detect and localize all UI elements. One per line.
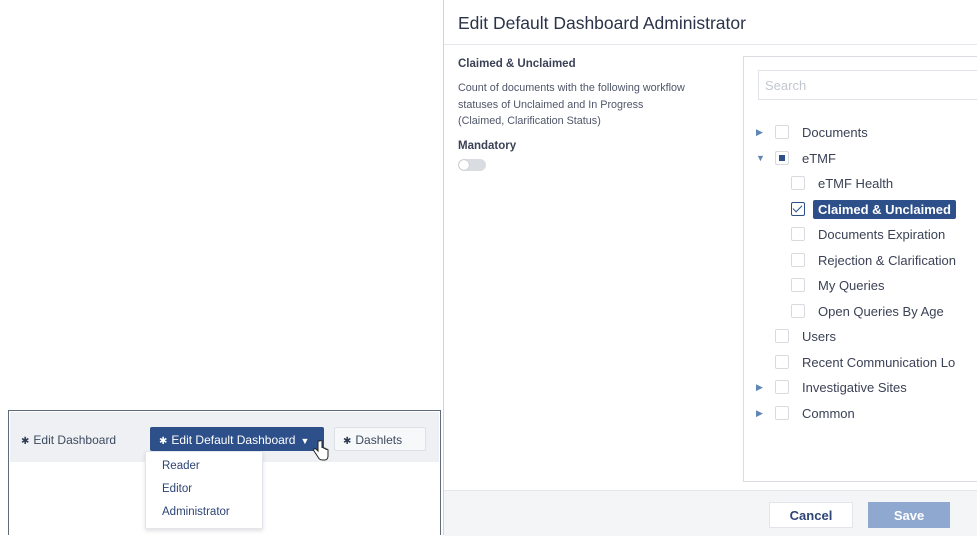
tree-checkbox[interactable] — [775, 329, 789, 343]
caret-down-icon: ▼ — [300, 436, 310, 446]
edit-dashboard-button[interactable]: ✱ Edit Dashboard — [12, 427, 133, 451]
edit-default-dashboard-modal: Edit Default Dashboard Administrator Cla… — [443, 0, 977, 536]
tree-item[interactable]: Claimed & Unclaimed — [772, 199, 956, 219]
tree-item-label: Common — [802, 405, 855, 421]
dashlet-name: Claimed & Unclaimed — [458, 58, 576, 70]
tree-item-label: Users — [802, 328, 836, 344]
edit-default-dropdown-menu: Reader Editor Administrator — [145, 451, 263, 529]
edit-default-dashboard-button[interactable]: ✱ Edit Default Dashboard ▼ — [150, 427, 324, 451]
tree-checkbox[interactable] — [775, 355, 789, 369]
mandatory-label: Mandatory — [458, 139, 517, 152]
mandatory-toggle[interactable] — [458, 158, 486, 171]
tree-checkbox[interactable] — [775, 125, 789, 139]
gear-icon: ✱ — [343, 436, 352, 447]
menu-item-editor[interactable]: Editor — [162, 483, 192, 495]
tree-item[interactable]: Rejection & Clarification — [772, 250, 956, 270]
menu-item-reader[interactable]: Reader — [162, 460, 200, 472]
cancel-button[interactable]: Cancel — [769, 502, 853, 528]
tree-checkbox[interactable] — [775, 406, 789, 420]
tree-checkbox[interactable] — [775, 151, 789, 165]
toggle-knob — [459, 159, 469, 170]
dashlet-details: Claimed & Unclaimed Count of documents w… — [458, 58, 698, 171]
tree-item[interactable]: Recent Communication Lo — [756, 352, 955, 372]
expand-arrow-icon[interactable]: ▶ — [756, 382, 768, 393]
dashlet-description: Count of documents with the following wo… — [458, 82, 685, 127]
gear-icon: ✱ — [21, 436, 30, 447]
dashlet-tree-panel: ▶ Documents ▼ eTMF eTMF Health Claimed & Uncl… — [743, 56, 977, 482]
tree-item-label: Investigative Sites — [802, 379, 907, 395]
dashboard-toolbar-panel: ✱ Edit Dashboard ✱ Edit Default Dashboard ▼… — [8, 410, 441, 535]
tree-checkbox[interactable] — [791, 304, 805, 318]
tree-item-label: Rejection & Clarification — [818, 252, 957, 268]
dashlets-button[interactable]: ✱ Dashlets — [334, 427, 426, 451]
tree-checkbox[interactable] — [791, 278, 805, 292]
tree-item[interactable]: ▶ Documents — [756, 122, 868, 142]
tree-item-label: Documents — [802, 124, 868, 140]
edit-default-dashboard-label: Edit Default Dashboard — [171, 433, 296, 447]
tree-item[interactable]: eTMF Health — [772, 173, 893, 193]
tree-item[interactable]: ▶ Investigative Sites — [756, 377, 907, 397]
tree-item-label: Recent Communication Lo — [802, 354, 956, 370]
tree-checkbox[interactable] — [791, 227, 805, 241]
tree-checkbox[interactable] — [791, 202, 805, 216]
tree-item-label: Documents Expiration — [818, 226, 946, 242]
tree-item[interactable]: ▼ eTMF — [756, 148, 836, 168]
gear-icon: ✱ — [159, 436, 168, 447]
tree-item[interactable]: My Queries — [772, 275, 884, 295]
edit-dashboard-label: Edit Dashboard — [33, 433, 117, 447]
hand-cursor-icon — [313, 440, 329, 461]
save-button[interactable]: Save — [868, 502, 950, 528]
tree-item-label: Claimed & Unclaimed — [813, 199, 956, 219]
tree-item-label: eTMF — [802, 150, 836, 166]
tree-item-label: Open Queries By Age — [818, 303, 944, 319]
tree-item[interactable]: Users — [756, 326, 836, 346]
collapse-arrow-icon[interactable]: ▼ — [756, 153, 768, 163]
tree-item-label: eTMF Health — [818, 175, 894, 191]
tree-checkbox[interactable] — [791, 176, 805, 190]
dashlets-label: Dashlets — [355, 433, 403, 447]
search-input[interactable] — [758, 70, 977, 100]
menu-item-administrator[interactable]: Administrator — [162, 506, 230, 518]
tree-item-label: My Queries — [818, 277, 885, 293]
modal-title: Edit Default Dashboard Administrator — [458, 13, 746, 33]
modal-header: Edit Default Dashboard Administrator — [444, 0, 977, 45]
tree-item[interactable]: ▶ Common — [756, 403, 855, 423]
expand-arrow-icon[interactable]: ▶ — [756, 408, 768, 419]
tree-checkbox[interactable] — [775, 380, 789, 394]
modal-footer: Cancel Save — [444, 490, 977, 536]
tree-checkbox[interactable] — [791, 253, 805, 267]
tree-item[interactable]: Documents Expiration — [772, 224, 945, 244]
tree-item[interactable]: Open Queries By Age — [772, 301, 944, 321]
expand-arrow-icon[interactable]: ▶ — [756, 127, 768, 138]
